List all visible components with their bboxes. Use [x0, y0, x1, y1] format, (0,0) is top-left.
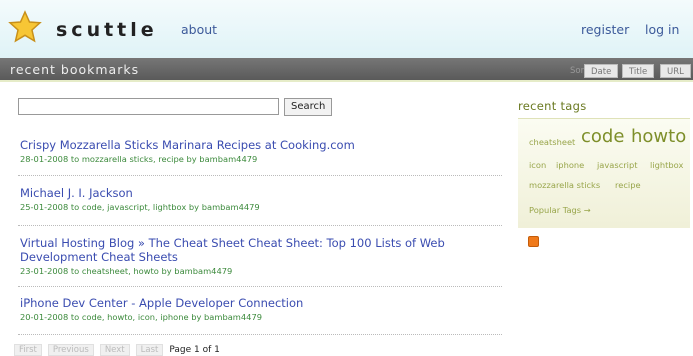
- sort-url-button[interactable]: URL: [660, 64, 691, 78]
- bookmark-meta: 28-01-2008 to mozzarella sticks, recipe …: [20, 154, 258, 164]
- tag-cloud: cheatsheet code howto icon iphone javasc…: [518, 118, 690, 228]
- previous-page-button[interactable]: Previous: [47, 344, 94, 356]
- recent-tags-heading: recent tags: [518, 99, 587, 113]
- sort-title-button[interactable]: Title: [622, 64, 655, 78]
- next-page-button[interactable]: Next: [99, 344, 130, 356]
- about-link[interactable]: about: [181, 22, 217, 37]
- tag-recipe[interactable]: recipe: [615, 180, 641, 190]
- tag-cheatsheet[interactable]: cheatsheet: [529, 137, 575, 147]
- bookmark-title-link[interactable]: Michael J. I. Jackson: [20, 186, 500, 200]
- tag-lightbox[interactable]: lightbox: [650, 160, 683, 170]
- bookmark-meta: 25-01-2008 to code, javascript, lightbox…: [20, 202, 260, 212]
- bookmark-item: iPhone Dev Center - Apple Developer Conn…: [20, 296, 500, 322]
- bookmark-item: Virtual Hosting Blog » The Cheat Sheet C…: [20, 236, 500, 276]
- divider: [18, 286, 502, 287]
- section-title: recent bookmarks: [10, 62, 140, 77]
- divider: [18, 175, 502, 176]
- bookmark-title-link[interactable]: Crispy Mozzarella Sticks Marinara Recipe…: [20, 138, 500, 152]
- tag-code[interactable]: code: [581, 126, 624, 147]
- tag-icon[interactable]: icon: [529, 160, 546, 170]
- tag-howto[interactable]: howto: [631, 126, 686, 147]
- tag-iphone[interactable]: iphone: [556, 160, 584, 170]
- bookmark-title-link[interactable]: iPhone Dev Center - Apple Developer Conn…: [20, 296, 500, 310]
- search-button[interactable]: Search: [284, 98, 333, 116]
- divider: [18, 334, 502, 335]
- section-bar: recent bookmarks Sort by: Date Title URL: [0, 58, 693, 82]
- tag-javascript[interactable]: javascript: [597, 160, 638, 170]
- sort-date-button[interactable]: Date: [584, 64, 619, 78]
- page-indicator: Page 1 of 1: [169, 345, 220, 355]
- login-link[interactable]: log in: [645, 22, 679, 37]
- first-page-button[interactable]: First: [14, 344, 42, 356]
- pagination: First Previous Next Last Page 1 of 1: [14, 344, 220, 356]
- bookmark-title-link[interactable]: Virtual Hosting Blog » The Cheat Sheet C…: [20, 236, 500, 264]
- bookmark-item: Michael J. I. Jackson 25-01-2008 to code…: [20, 186, 500, 212]
- star-logo-icon[interactable]: [8, 10, 42, 44]
- tag-mozzarella-sticks[interactable]: mozzarella sticks: [529, 180, 600, 190]
- rss-feed-icon[interactable]: [528, 236, 539, 247]
- bookmark-item: Crispy Mozzarella Sticks Marinara Recipe…: [20, 138, 500, 164]
- divider: [18, 225, 502, 226]
- bookmark-meta: 23-01-2008 to cheatsheet, howto by bamba…: [20, 266, 233, 276]
- register-link[interactable]: register: [581, 22, 629, 37]
- logo-text[interactable]: scuttle: [56, 19, 158, 41]
- search-input[interactable]: [18, 98, 279, 115]
- header: scuttle about register log in: [0, 0, 693, 58]
- bookmark-meta: 20-01-2008 to code, howto, icon, iphone …: [20, 312, 263, 322]
- last-page-button[interactable]: Last: [135, 344, 164, 356]
- popular-tags-link[interactable]: Popular Tags →: [529, 205, 591, 215]
